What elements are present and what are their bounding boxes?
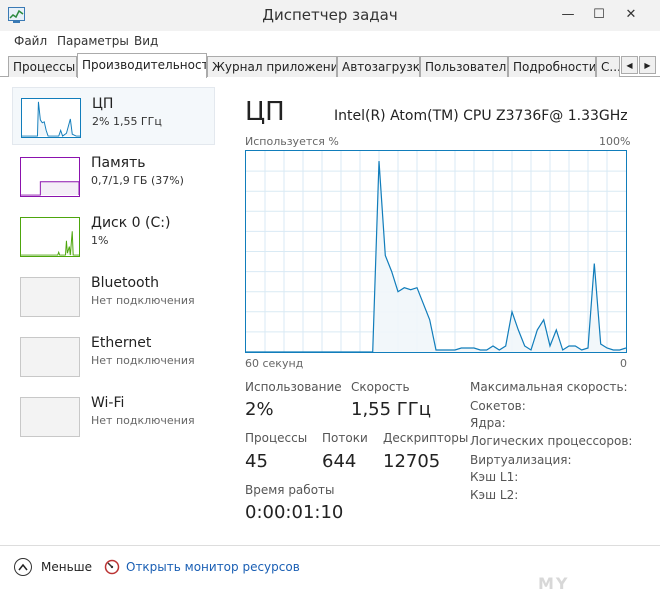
spec-l1-cache: Кэш L1: xyxy=(470,470,519,484)
sidebar-item-label: Wi-Fi xyxy=(91,395,125,411)
wifi-thumbnail xyxy=(20,397,80,437)
spec-max-speed: Максимальная скорость: xyxy=(470,380,628,394)
sidebar-item-label: Ethernet xyxy=(91,335,152,351)
usage-value: 2% xyxy=(245,399,274,420)
fewer-details-label[interactable]: Меньше xyxy=(41,560,92,574)
ethernet-thumbnail xyxy=(20,337,80,377)
speed-value: 1,55 ГГц xyxy=(351,399,432,420)
sidebar-item-value: 1% xyxy=(91,234,109,247)
cpu-model-name: Intel(R) Atom(TM) CPU Z3736F@ 1.33GHz xyxy=(334,108,628,124)
tab-strip: Процессы Производительность Журнал прило… xyxy=(0,53,660,78)
graph-x-end-label: 0 xyxy=(620,357,627,370)
close-button[interactable]: ✕ xyxy=(620,5,642,23)
sidebar-item-value: Нет подключения xyxy=(91,354,195,367)
sidebar-item-bluetooth[interactable]: Bluetooth Нет подключения xyxy=(12,267,215,325)
sidebar-item-wifi[interactable]: Wi-Fi Нет подключения xyxy=(12,387,215,445)
menu-view[interactable]: Вид xyxy=(134,34,158,48)
cpu-thumbnail-graph xyxy=(21,98,81,138)
sidebar-item-disk[interactable]: Диск 0 (C:) 1% xyxy=(12,207,215,265)
tab-processes[interactable]: Процессы xyxy=(8,56,77,77)
tab-scroll-right-icon[interactable]: ▶ xyxy=(639,56,656,74)
menu-options[interactable]: Параметры xyxy=(57,34,129,48)
sidebar-item-label: Bluetooth xyxy=(91,275,159,291)
sidebar-item-value: 2% 1,55 ГГц xyxy=(92,115,162,128)
spec-cores: Ядра: xyxy=(470,416,506,430)
watermark-logo: MY xyxy=(538,574,570,593)
title-bar: Диспетчер задач — ☐ ✕ xyxy=(0,0,660,31)
spec-sockets: Сокетов: xyxy=(470,399,526,413)
menu-bar: Файл Параметры Вид xyxy=(0,31,660,51)
tab-app-history[interactable]: Журнал приложений xyxy=(207,56,337,77)
sidebar-item-label: Память xyxy=(91,155,146,171)
minimize-button[interactable]: — xyxy=(557,5,579,23)
tab-performance[interactable]: Производительность xyxy=(77,53,207,78)
spec-logical-processors: Логических процессоров: xyxy=(470,434,633,448)
spec-l2-cache: Кэш L2: xyxy=(470,488,519,502)
uptime-label: Время работы xyxy=(245,483,335,497)
disk-thumbnail-graph xyxy=(20,217,80,257)
footer-divider xyxy=(0,545,660,546)
sidebar-item-value: Нет подключения xyxy=(91,294,195,307)
resource-monitor-icon[interactable] xyxy=(104,559,120,575)
fewer-details-button[interactable] xyxy=(14,558,32,576)
sidebar-item-value: Нет подключения xyxy=(91,414,195,427)
sidebar-item-value: 0,7/1,9 ГБ (37%) xyxy=(91,174,184,187)
chevron-up-icon xyxy=(18,563,28,571)
processes-value: 45 xyxy=(245,451,268,472)
menu-file[interactable]: Файл xyxy=(14,34,47,48)
bluetooth-thumbnail xyxy=(20,277,80,317)
threads-label: Потоки xyxy=(322,431,368,445)
uptime-value: 0:00:01:10 xyxy=(245,502,344,523)
sidebar-item-memory[interactable]: Память 0,7/1,9 ГБ (37%) xyxy=(12,147,215,205)
sidebar-item-label: ЦП xyxy=(92,96,114,112)
page-title: ЦП xyxy=(245,97,285,127)
graph-x-label: 60 секунд xyxy=(245,357,304,370)
graph-y-max-label: 100% xyxy=(599,135,631,148)
processes-label: Процессы xyxy=(245,431,308,445)
threads-value: 644 xyxy=(322,451,357,472)
maximize-button[interactable]: ☐ xyxy=(588,5,610,23)
spec-virtualization: Виртуализация: xyxy=(470,453,572,467)
sidebar-item-label: Диск 0 (C:) xyxy=(91,215,171,231)
tab-services[interactable]: С... xyxy=(596,56,620,77)
tab-users[interactable]: Пользователи xyxy=(420,56,508,77)
memory-thumbnail-graph xyxy=(20,157,80,197)
handles-label: Дескрипторы xyxy=(383,431,469,445)
cpu-usage-graph xyxy=(245,150,627,353)
graph-y-label: Используется % xyxy=(245,135,339,148)
tab-details[interactable]: Подробности xyxy=(508,56,596,77)
speed-label: Скорость xyxy=(351,380,410,394)
usage-label: Использование xyxy=(245,380,342,394)
tab-startup[interactable]: Автозагрузка xyxy=(337,56,420,77)
sidebar-item-ethernet[interactable]: Ethernet Нет подключения xyxy=(12,327,215,385)
handles-value: 12705 xyxy=(383,451,441,472)
open-resource-monitor-link[interactable]: Открыть монитор ресурсов xyxy=(126,560,300,574)
sidebar-item-cpu[interactable]: ЦП 2% 1,55 ГГц xyxy=(12,87,215,145)
tab-scroll-left-icon[interactable]: ◀ xyxy=(621,56,638,74)
resource-sidebar: ЦП 2% 1,55 ГГц Память 0,7/1,9 ГБ (37%) Д… xyxy=(0,77,224,537)
